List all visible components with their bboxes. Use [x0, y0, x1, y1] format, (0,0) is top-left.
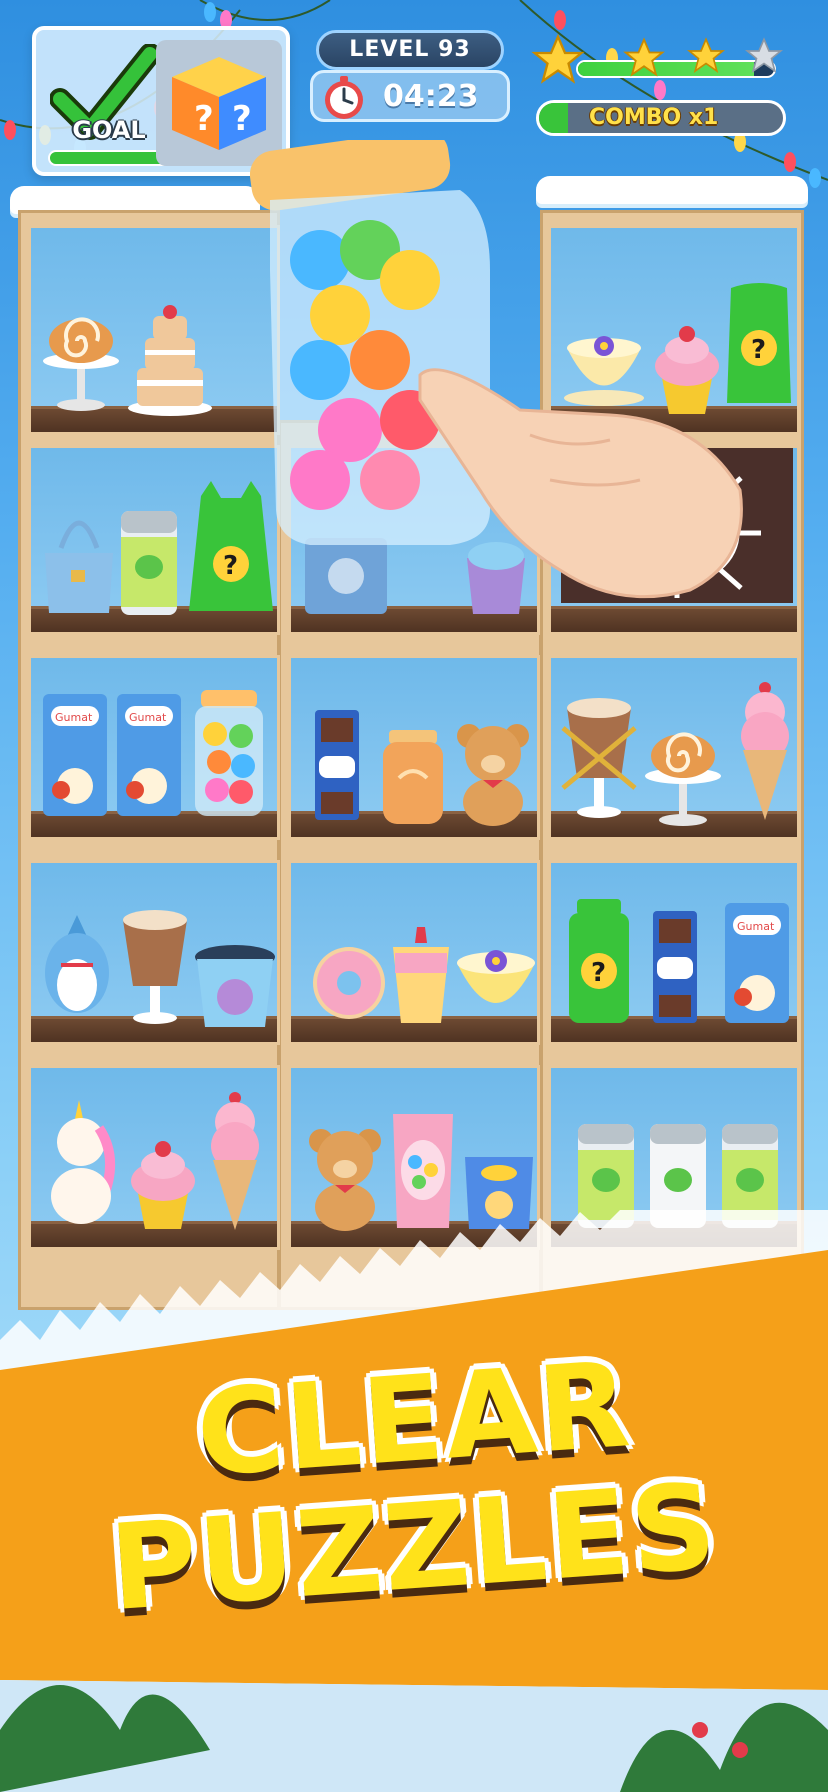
berry-parfait[interactable]	[387, 923, 455, 1028]
star-progress-panel	[531, 33, 786, 86]
level-indicator: LEVEL 93	[316, 30, 504, 70]
svg-text:?: ?	[194, 99, 214, 139]
mystery-cube-icon: ? ?	[172, 57, 266, 150]
game-screen: GOAL ? ? LEVEL 93 04:23 COMBO x1 ? ? Gum…	[0, 0, 828, 1792]
shelf-cell[interactable]: ? Gumat	[548, 860, 800, 1045]
shark-plush[interactable]	[37, 913, 117, 1028]
timer-panel: 04:23	[310, 70, 510, 122]
star-progress-fill	[578, 62, 755, 76]
ice-cream-tub[interactable]	[193, 943, 277, 1029]
svg-text:Gumat: Gumat	[737, 920, 775, 933]
svg-text:Gumat: Gumat	[129, 711, 167, 724]
cinnamon-roll-stand[interactable]	[41, 303, 121, 413]
shelf-cell[interactable]	[548, 655, 800, 840]
latte-cup[interactable]	[117, 908, 193, 1028]
svg-text:?: ?	[591, 958, 606, 988]
gumat-pudding-pack[interactable]: Gumat	[721, 899, 793, 1027]
star-icon-empty	[744, 37, 784, 73]
shelf-cell[interactable]	[28, 860, 280, 1045]
cinnamon-roll-stand[interactable]	[643, 718, 723, 828]
blue-handbag[interactable]	[39, 498, 119, 618]
gumat-pudding-pack[interactable]: Gumat	[39, 690, 111, 820]
shelf-cell[interactable]	[288, 860, 540, 1045]
star-icon	[531, 33, 585, 84]
combo-fill	[539, 103, 569, 133]
star-icon	[623, 37, 665, 77]
jelly-jar[interactable]	[191, 688, 267, 820]
pink-donut[interactable]	[309, 943, 389, 1023]
honey-jar[interactable]	[379, 728, 447, 828]
snow-cap-right	[536, 176, 808, 204]
pointing-hand-icon	[418, 368, 743, 599]
layered-cake[interactable]	[125, 298, 215, 418]
tea-cup-flower[interactable]	[451, 943, 541, 1028]
svg-text:?: ?	[223, 551, 238, 581]
stopwatch-icon	[325, 76, 363, 119]
latte-cup-chained[interactable]	[559, 698, 639, 823]
combo-label: COMBO x1	[589, 105, 719, 130]
shelf-cell[interactable]: Gumat Gumat	[28, 655, 280, 840]
ice-cream-cone[interactable]	[737, 678, 793, 823]
shelf-cell[interactable]	[28, 225, 280, 435]
mystery-jar[interactable]: ?	[565, 897, 633, 1027]
combo-meter: COMBO x1	[536, 100, 786, 136]
svg-text:Gumat: Gumat	[55, 711, 93, 724]
star-icon	[686, 37, 726, 73]
goal-label: GOAL	[72, 116, 146, 144]
gumat-pudding-pack[interactable]: Gumat	[113, 690, 185, 820]
hk-chocolate-bar[interactable]	[313, 708, 361, 823]
unicorn-plush[interactable]	[41, 1098, 121, 1228]
green-soda-can[interactable]	[117, 503, 181, 618]
hk-chocolate-bar[interactable]	[651, 909, 699, 1027]
teddy-bear[interactable]	[451, 718, 535, 828]
shelf-cell[interactable]: ?	[28, 445, 280, 635]
shelf-cell[interactable]	[288, 655, 540, 840]
timer-value: 04:23	[383, 79, 479, 114]
svg-text:?: ?	[232, 99, 252, 139]
